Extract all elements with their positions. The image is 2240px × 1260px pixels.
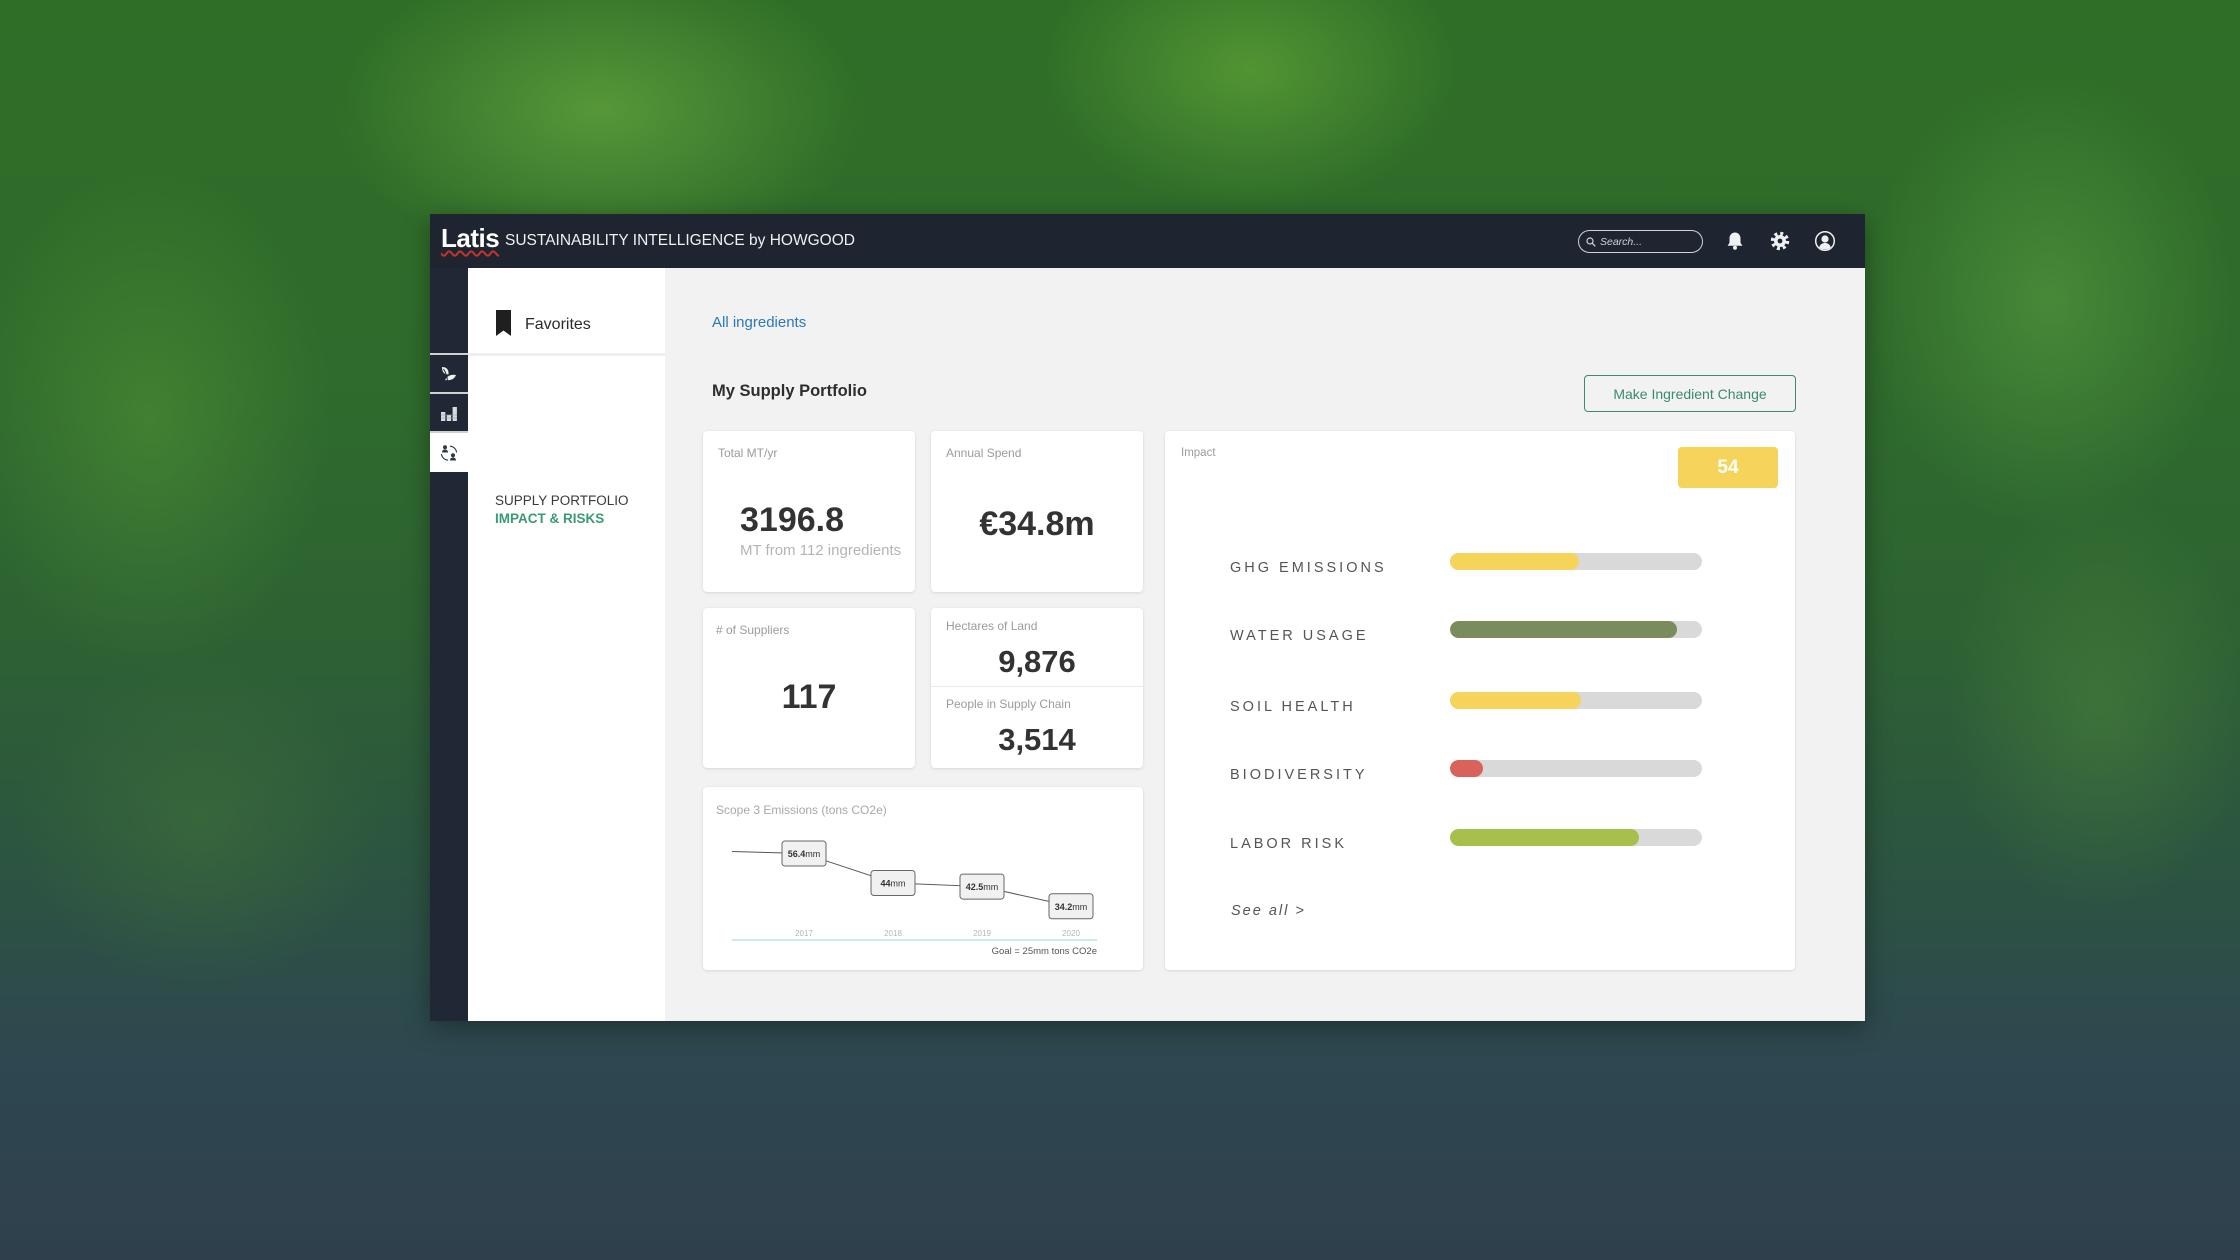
suppliers-value: 117 [781,678,837,716]
page-title: My Supply Portfolio [712,382,867,400]
data-label: 42.5mm [966,882,999,892]
search-box[interactable] [1578,230,1703,253]
bookmark-icon [496,310,511,336]
settings-button[interactable] [1769,230,1791,252]
main-content: All ingredients My Supply Portfolio Make… [665,268,1865,1021]
rail-item-ingredients[interactable] [430,353,468,392]
emissions-chart: 56.4mm 2017 44mm 2018 42.5mm 2019 34.2mm 2020 [731,840,1097,941]
annual-spend-card: Annual Spend €34.8m [931,431,1143,592]
bell-icon [1727,232,1743,250]
impact-score-badge: 54 [1678,447,1778,488]
total-mt-label: Total MT/yr [718,446,778,460]
top-bar: Latis SUSTAINABILITY INTELLIGENCE by HOW… [430,214,1865,268]
metric-bar-track [1450,553,1702,570]
bar-chart-icon [441,406,457,421]
total-mt-sub: MT from 112 ingredients [740,542,902,559]
nav-item-supply-portfolio[interactable]: SUPPLY PORTFOLIO [495,493,629,508]
breadcrumb-all-ingredients[interactable]: All ingredients [712,314,806,331]
x-tick-label: 2019 [973,929,991,938]
emissions-card: Scope 3 Emissions (tons CO2e) 56.4mm 2017… [703,787,1143,970]
suppliers-card: # of Suppliers 117 [703,608,915,768]
hectares-label: Hectares of Land [946,619,1038,633]
impact-label: Impact [1181,447,1216,459]
impact-metric-biodiversity: BIODIVERSITY [1165,760,1795,790]
suppliers-label: # of Suppliers [716,623,790,637]
metric-bar-fill [1450,553,1579,570]
hectares-value: 9,876 [998,644,1076,679]
favorites-label: Favorites [525,316,591,333]
metric-label: GHG EMISSIONS [1230,560,1387,576]
total-mt-value: 3196.8 [740,501,844,539]
metric-label: WATER USAGE [1230,628,1369,644]
search-input[interactable] [1600,235,1695,248]
metric-label: BIODIVERSITY [1230,767,1368,783]
icon-rail [430,268,468,1021]
people-label: People in Supply Chain [946,697,1071,711]
notifications-button[interactable] [1724,230,1746,252]
people-value: 3,514 [998,722,1076,757]
make-ingredient-change-button[interactable]: Make Ingredient Change [1584,375,1796,412]
rail-item-analytics[interactable] [430,392,468,431]
data-label: 56.4mm [788,849,821,859]
data-label: 34.2mm [1055,902,1088,912]
x-tick-label: 2017 [795,929,813,938]
side-nav: Favorites SUPPLY PORTFOLIO IMPACT & RISK… [468,268,665,1021]
metric-bar-fill [1450,621,1677,638]
card-divider [931,686,1143,687]
impact-metric-ghg: GHG EMISSIONS [1165,553,1795,583]
emissions-goal-annotation: Goal = 25mm tons CO2e [991,946,1097,957]
x-tick-label: 2018 [884,929,902,938]
metric-bar-track [1450,692,1702,709]
leaf-icon [442,366,456,381]
nav-item-impact-risks[interactable]: IMPACT & RISKS [495,511,604,526]
metric-bar-fill [1450,760,1483,777]
metric-label: LABOR RISK [1230,836,1348,852]
total-mt-card: Total MT/yr 3196.8 MT from 112 ingredien… [703,431,915,592]
app-window: Latis SUSTAINABILITY INTELLIGENCE by HOW… [430,214,1865,1021]
x-tick-label: 2020 [1062,929,1080,938]
metric-bar-track [1450,829,1702,846]
land-people-card: Hectares of Land 9,876 People in Supply … [931,608,1143,768]
favorites-link[interactable]: Favorites [468,268,665,356]
rail-item-impact[interactable] [430,431,468,472]
gear-icon [1770,231,1790,251]
impact-metric-water: WATER USAGE [1165,621,1795,651]
data-label: 44mm [880,879,905,889]
metric-label: SOIL HEALTH [1230,699,1356,715]
impact-metric-labor: LABOR RISK [1165,829,1795,859]
see-all-link[interactable]: See all > [1231,903,1306,919]
metric-bar-fill [1450,692,1582,709]
metric-bar-track [1450,621,1702,638]
annual-spend-label: Annual Spend [946,446,1022,460]
people-sync-icon [440,444,458,461]
impact-metric-soil: SOIL HEALTH [1165,692,1795,722]
annual-spend-value: €34.8m [979,505,1095,543]
logo[interactable]: Latis [441,223,500,254]
app-subtitle: SUSTAINABILITY INTELLIGENCE by HOWGOOD [505,232,855,249]
profile-button[interactable] [1814,230,1836,252]
metric-bar-track [1450,760,1702,777]
search-icon [1586,236,1596,247]
user-icon [1814,230,1836,252]
impact-card: Impact 54 GHG EMISSIONS WATER USAGE SOIL… [1165,431,1795,970]
metric-bar-fill [1450,829,1639,846]
